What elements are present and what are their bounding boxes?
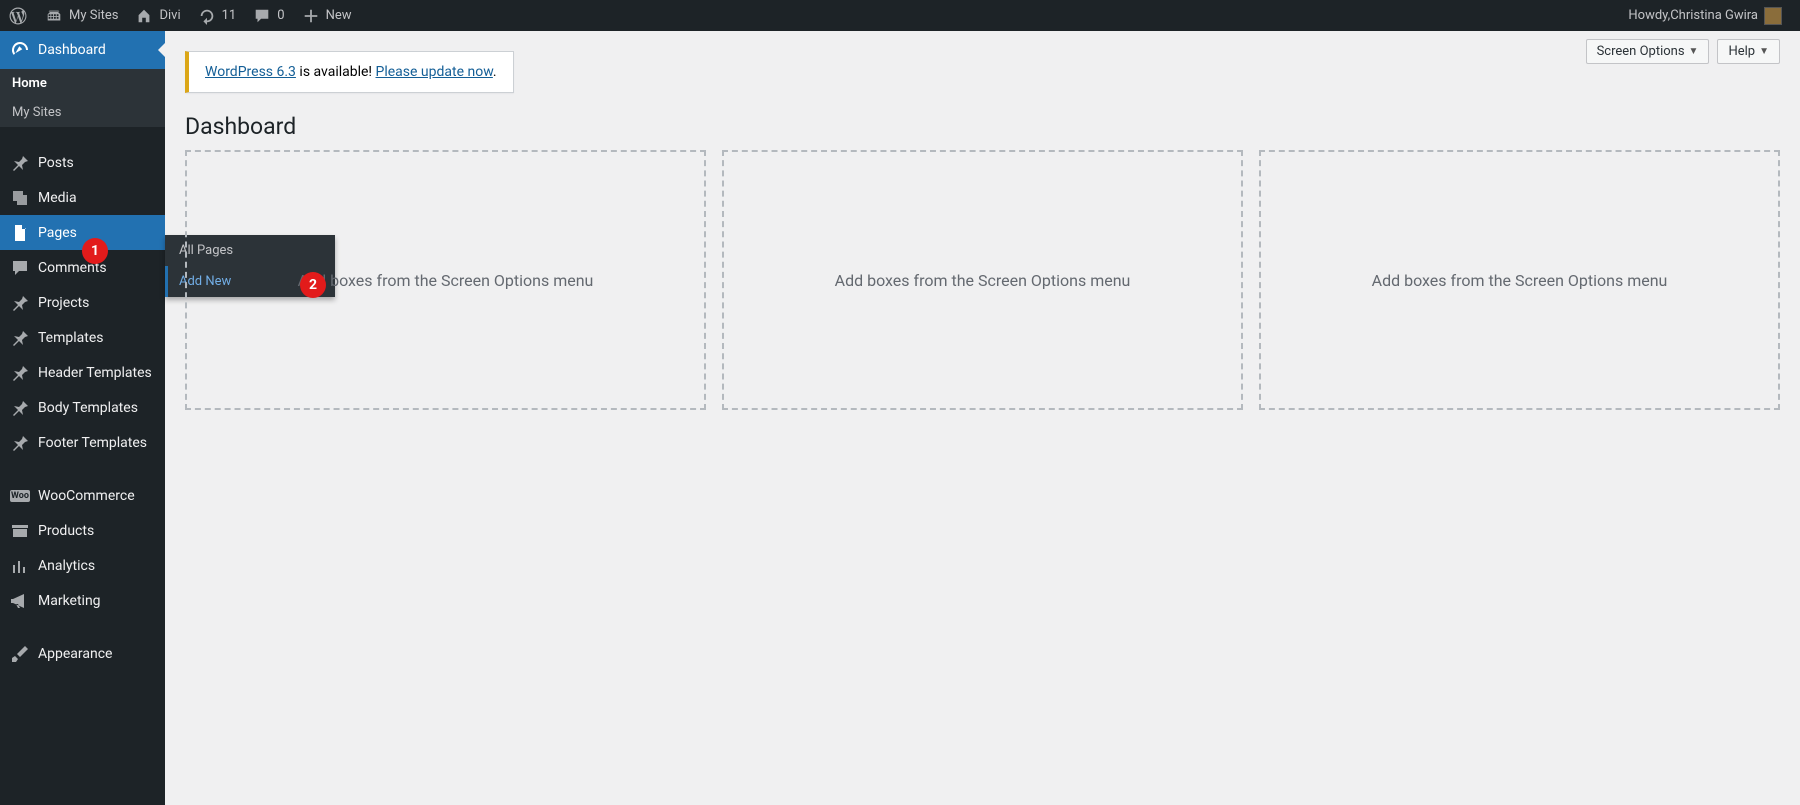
dropdown-icon: ▼ bbox=[1759, 46, 1769, 57]
comment-icon bbox=[252, 6, 272, 26]
menu-header-templates-label: Header Templates bbox=[38, 365, 152, 381]
menu-media[interactable]: Media bbox=[0, 180, 165, 215]
help-button[interactable]: Help ▼ bbox=[1717, 39, 1780, 64]
chart-icon bbox=[10, 556, 30, 576]
menu-dashboard[interactable]: Dashboard bbox=[0, 31, 165, 69]
my-sites-label: My Sites bbox=[69, 8, 118, 23]
menu-products-label: Products bbox=[38, 523, 94, 539]
page-icon bbox=[10, 223, 30, 243]
top-actions: Screen Options ▼ Help ▼ bbox=[1586, 39, 1780, 64]
pin-icon bbox=[10, 153, 30, 173]
menu-media-label: Media bbox=[38, 190, 77, 206]
page-title: Dashboard bbox=[185, 113, 1780, 140]
pin-icon bbox=[10, 398, 30, 418]
menu-separator bbox=[0, 127, 165, 145]
menu-marketing-label: Marketing bbox=[38, 593, 101, 609]
menu-dashboard-sub: Home My Sites bbox=[0, 69, 165, 127]
avatar bbox=[1764, 7, 1782, 25]
submenu-home[interactable]: Home bbox=[0, 69, 165, 98]
menu-projects-label: Projects bbox=[38, 295, 89, 311]
howdy-prefix: Howdy, bbox=[1628, 8, 1670, 23]
dashboard-placeholder-3: Add boxes from the Screen Options menu bbox=[1259, 150, 1780, 410]
notice-update-link[interactable]: Please update now bbox=[376, 64, 493, 80]
menu-separator bbox=[0, 460, 165, 478]
comments-count: 0 bbox=[277, 8, 284, 23]
placeholder-text: Add boxes from the Screen Options menu bbox=[298, 271, 594, 290]
submenu-my-sites[interactable]: My Sites bbox=[0, 98, 165, 127]
dashboard-placeholder-2: Add boxes from the Screen Options menu bbox=[722, 150, 1243, 410]
menu-woocommerce-label: WooCommerce bbox=[38, 488, 135, 504]
my-sites-link[interactable]: My Sites bbox=[36, 0, 126, 31]
media-icon bbox=[10, 188, 30, 208]
menu-marketing[interactable]: Marketing bbox=[0, 583, 165, 618]
admin-bar-right: Howdy, Christina Gwira bbox=[1620, 0, 1800, 31]
menu-footer-templates[interactable]: Footer Templates bbox=[0, 425, 165, 460]
site-name-link[interactable]: Divi bbox=[126, 0, 188, 31]
menu-separator bbox=[0, 618, 165, 636]
menu-dashboard-label: Dashboard bbox=[38, 42, 106, 58]
screen-options-label: Screen Options bbox=[1597, 44, 1685, 59]
placeholder-text: Add boxes from the Screen Options menu bbox=[1372, 271, 1668, 290]
dashboard-widgets-grid: Add boxes from the Screen Options menu A… bbox=[185, 150, 1780, 410]
dashboard-icon bbox=[10, 40, 30, 60]
howdy-username: Christina Gwira bbox=[1670, 8, 1758, 23]
updates-count: 11 bbox=[222, 8, 237, 23]
brush-icon bbox=[10, 644, 30, 664]
wp-logo[interactable] bbox=[0, 0, 36, 31]
network-icon bbox=[44, 6, 64, 26]
update-notice: WordPress 6.3 is available! Please updat… bbox=[185, 51, 514, 93]
menu-woocommerce[interactable]: Woo WooCommerce bbox=[0, 478, 165, 513]
refresh-icon bbox=[197, 6, 217, 26]
home-icon bbox=[134, 6, 154, 26]
woocommerce-icon: Woo bbox=[10, 490, 30, 502]
archive-icon bbox=[10, 521, 30, 541]
menu-analytics[interactable]: Analytics bbox=[0, 548, 165, 583]
comments-link[interactable]: 0 bbox=[244, 0, 292, 31]
menu-footer-templates-label: Footer Templates bbox=[38, 435, 147, 451]
content-area: Screen Options ▼ Help ▼ WordPress 6.3 is… bbox=[165, 31, 1800, 805]
menu-appearance-label: Appearance bbox=[38, 646, 112, 662]
pin-icon bbox=[10, 433, 30, 453]
menu-posts-label: Posts bbox=[38, 155, 74, 171]
pin-icon bbox=[10, 363, 30, 383]
menu-projects[interactable]: Projects bbox=[0, 285, 165, 320]
admin-bar: My Sites Divi 11 0 New bbox=[0, 0, 1800, 31]
menu-posts[interactable]: Posts bbox=[0, 145, 165, 180]
wordpress-icon bbox=[8, 6, 28, 26]
notice-tail: . bbox=[493, 64, 497, 80]
menu-pages-label: Pages bbox=[38, 225, 77, 241]
site-name-label: Divi bbox=[159, 8, 180, 23]
comments-icon bbox=[10, 258, 30, 278]
howdy-link[interactable]: Howdy, Christina Gwira bbox=[1620, 0, 1790, 31]
placeholder-text: Add boxes from the Screen Options menu bbox=[835, 271, 1131, 290]
dropdown-icon: ▼ bbox=[1689, 46, 1699, 57]
menu-header-templates[interactable]: Header Templates bbox=[0, 355, 165, 390]
menu-templates-label: Templates bbox=[38, 330, 104, 346]
annotation-badge-2: 2 bbox=[300, 272, 326, 298]
admin-sidebar: Dashboard Home My Sites Posts Media Page… bbox=[0, 31, 165, 805]
notice-wp-version-link[interactable]: WordPress 6.3 bbox=[205, 64, 296, 80]
menu-body-templates[interactable]: Body Templates bbox=[0, 390, 165, 425]
notice-mid-text: is available! bbox=[296, 64, 376, 80]
dashboard-placeholder-1: Add boxes from the Screen Options menu bbox=[185, 150, 706, 410]
menu-analytics-label: Analytics bbox=[38, 558, 95, 574]
plus-icon bbox=[301, 6, 321, 26]
pin-icon bbox=[10, 328, 30, 348]
menu-body-templates-label: Body Templates bbox=[38, 400, 138, 416]
megaphone-icon bbox=[10, 591, 30, 611]
admin-bar-left: My Sites Divi 11 0 New bbox=[0, 0, 360, 31]
new-label: New bbox=[326, 8, 352, 23]
menu-templates[interactable]: Templates bbox=[0, 320, 165, 355]
new-content-link[interactable]: New bbox=[293, 0, 360, 31]
updates-link[interactable]: 11 bbox=[189, 0, 245, 31]
help-label: Help bbox=[1728, 44, 1755, 59]
screen-options-button[interactable]: Screen Options ▼ bbox=[1586, 39, 1710, 64]
menu-appearance[interactable]: Appearance bbox=[0, 636, 165, 671]
annotation-badge-1: 1 bbox=[82, 238, 108, 264]
menu-products[interactable]: Products bbox=[0, 513, 165, 548]
pin-icon bbox=[10, 293, 30, 313]
